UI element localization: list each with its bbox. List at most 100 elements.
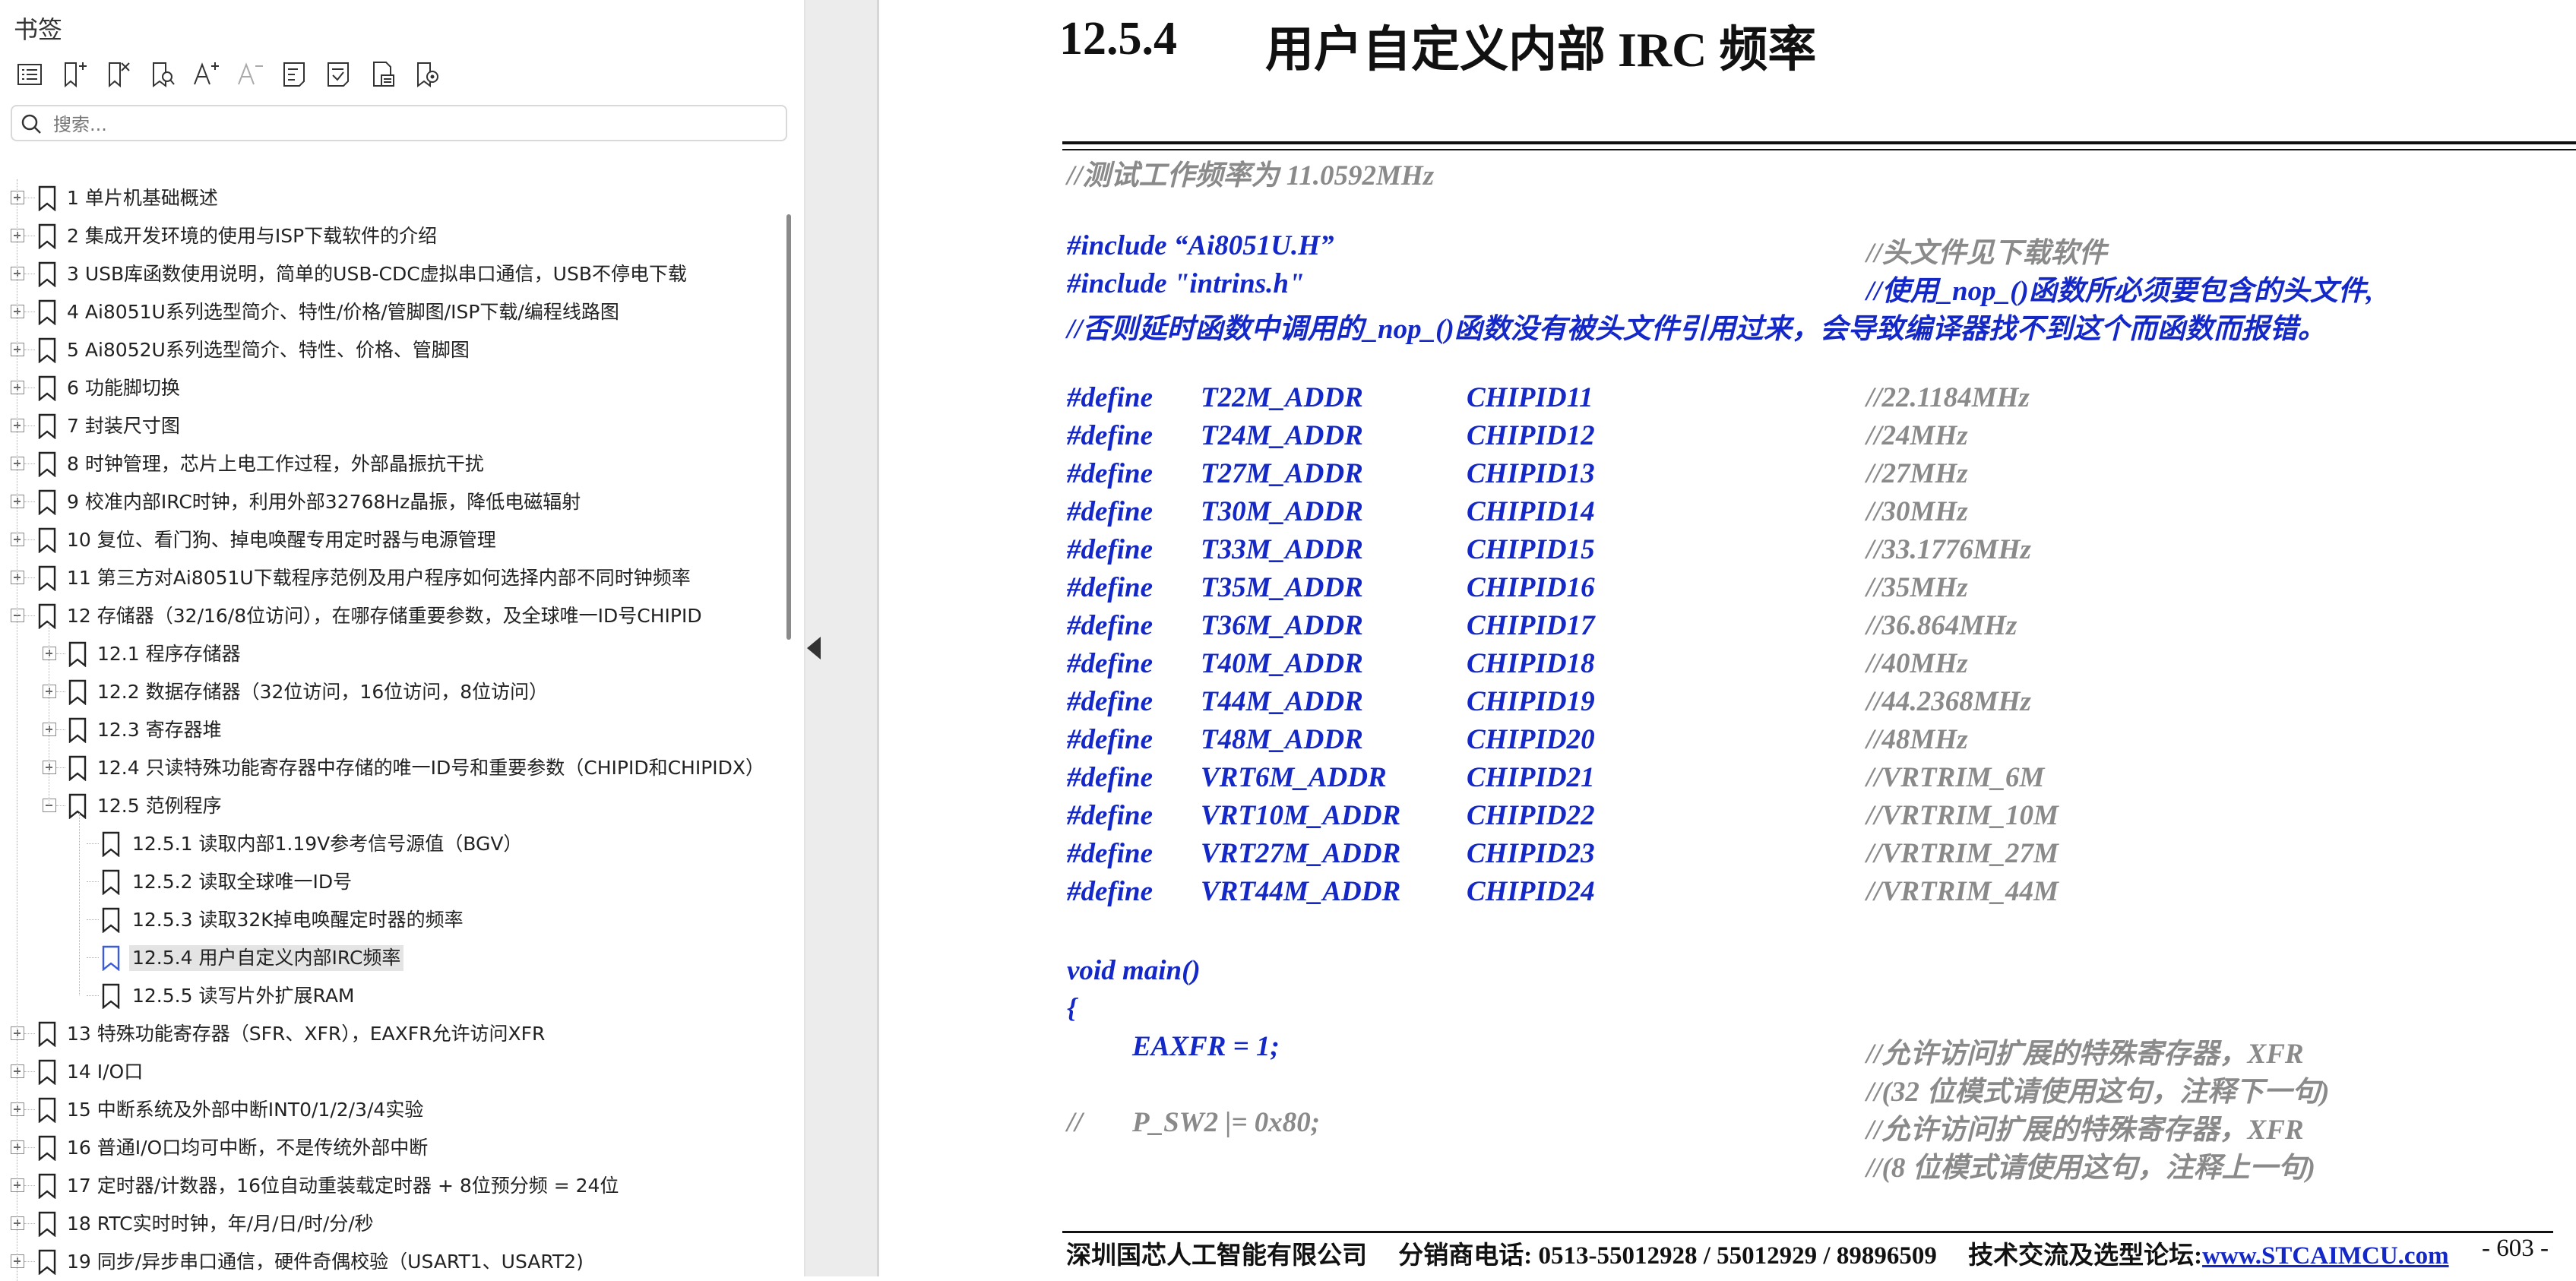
bookmark-label: 10 复位、看门狗、掉电唤醒专用定时器与电源管理 [67, 529, 496, 551]
bookmark-item[interactable]: 1 单片机基础概述 [0, 179, 775, 217]
bookmark-item[interactable]: 3 USB库函数使用说明，简单的USB-CDC虚拟串口通信，USB不停电下载 [0, 255, 775, 293]
bookmark-item[interactable]: 17 定时器/计数器，16位自动重装载定时器 + 8位预分频 = 24位 [0, 1167, 775, 1205]
bookmark-item[interactable]: 16 普通I/O口均可中断，不是传统外部中断 [0, 1129, 775, 1167]
footer-phone: 分销商电话: 0513-55012928 / 55012929 / 898965… [1398, 1242, 1937, 1270]
bookmark-label: 12.5.3 读取32K掉电唤醒定时器的频率 [132, 909, 464, 931]
bookmark-item[interactable]: 12.5.5 读写片外扩展RAM [0, 977, 775, 1015]
bookmark-icon [68, 793, 87, 819]
find-bookmark-icon[interactable] [143, 55, 181, 94]
define-keyword: #define [1067, 534, 1154, 565]
define-name: T36M_ADDR [1201, 610, 1363, 641]
define-name: VRT10M_ADDR [1201, 800, 1401, 831]
bookmark-item[interactable]: 12.5 范例程序 [0, 787, 775, 825]
bookmark-item[interactable]: 8 时钟管理，芯片上电工作过程，外部晶振抗干扰 [0, 445, 775, 483]
bookmark-item[interactable]: 13 特殊功能寄存器（SFR、XFR），EAXFR允许访问XFR [0, 1015, 775, 1053]
bookmark-settings-icon[interactable] [407, 55, 445, 94]
bookmark-label: 12.2 数据存储器（32位访问，16位访问，8位访问） [97, 681, 549, 703]
main-signature: void main() [1067, 955, 1201, 986]
bookmark-item[interactable]: 12.1 程序存储器 [0, 635, 775, 673]
bookmark-item[interactable]: 14 I/O口 [0, 1053, 775, 1091]
expand-bookmark-icon[interactable] [275, 55, 313, 94]
define-name: T24M_ADDR [1201, 420, 1363, 451]
bookmark-item[interactable]: 19 同步/异步串口通信，硬件奇偶校验（USART1、USART2) [0, 1243, 775, 1281]
bookmark-icon [38, 527, 56, 553]
bookmark-item[interactable]: 18 RTC实时时钟，年/月/日/时/分/秒 [0, 1205, 775, 1243]
define-keyword: #define [1067, 838, 1154, 869]
collapse-bookmark-icon[interactable] [319, 55, 357, 94]
bookmark-item[interactable]: 2 集成开发环境的使用与ISP下载软件的介绍 [0, 217, 775, 255]
define-keyword: #define [1067, 610, 1154, 641]
add-bookmark-icon[interactable] [55, 55, 93, 94]
bookmark-item[interactable]: 12.5.4 用户自定义内部IRC频率 [0, 939, 775, 977]
bookmark-icon [102, 869, 120, 895]
tree-connector [24, 615, 35, 617]
bookmark-label: 1 单片机基础概述 [67, 187, 218, 209]
include-comment: //头文件见下载软件 [1866, 238, 2107, 269]
bookmark-icon [38, 299, 56, 325]
bookmark-label: 12.5.2 读取全球唯一ID号 [132, 871, 353, 893]
define-keyword: #define [1067, 382, 1154, 413]
bookmark-item[interactable]: 7 封装尺寸图 [0, 407, 775, 445]
define-value: CHIPID17 [1467, 610, 1595, 641]
bookmark-item[interactable]: 12.5.3 读取32K掉电唤醒定时器的频率 [0, 901, 775, 939]
bookmark-label: 11 第三方对Ai8051U下载程序范例及用户程序如何选择内部不同时钟频率 [67, 567, 691, 589]
define-value: CHIPID22 [1467, 800, 1595, 831]
define-name: T22M_ADDR [1201, 382, 1363, 413]
define-value: CHIPID13 [1467, 458, 1595, 489]
search-box[interactable] [11, 105, 787, 141]
bookmark-label: 19 同步/异步串口通信，硬件奇偶校验（USART1、USART2) [67, 1251, 584, 1273]
tree-connector [87, 843, 99, 845]
bookmark-item[interactable]: 6 功能脚切换 [0, 369, 775, 407]
bookmark-label: 17 定时器/计数器，16位自动重装载定时器 + 8位预分频 = 24位 [67, 1175, 619, 1197]
define-name: T33M_ADDR [1201, 534, 1363, 565]
bookmark-item[interactable]: 15 中断系统及外部中断INT0/1/2/3/4实验 [0, 1091, 775, 1129]
bookmark-item[interactable]: 12 存储器（32/16/8位访问），在哪存储重要参数，及全球唯一ID号CHIP… [0, 597, 775, 635]
sidebar-scrollbar-thumb[interactable] [786, 214, 791, 640]
bookmark-item[interactable]: 12.4 只读特殊功能寄存器中存储的唯一ID号和重要参数（CHIPID和CHIP… [0, 749, 775, 787]
define-comment: //22.1184MHz [1866, 382, 2030, 413]
decrease-text-icon[interactable] [231, 55, 269, 94]
tree-connector [24, 539, 35, 541]
bookmark-icon [38, 375, 56, 401]
search-input[interactable] [52, 111, 769, 138]
bookmark-item[interactable]: 9 校准内部IRC时钟，利用外部32768Hz晶振，降低电磁辐射 [0, 483, 775, 521]
bookmark-item[interactable]: 5 Ai8052U系列选型简介、特性、价格、管脚图 [0, 331, 775, 369]
bookmark-item[interactable]: 12.2 数据存储器（32位访问，16位访问，8位访问） [0, 673, 775, 711]
bookmark-icon [38, 261, 56, 287]
bookmark-label: 5 Ai8052U系列选型简介、特性、价格、管脚图 [67, 339, 470, 361]
footer-forum-link[interactable]: www.STCAIMCU.com [2202, 1242, 2449, 1270]
bookmark-icon [38, 223, 56, 249]
tree-connector [24, 1261, 35, 1263]
bookmark-item[interactable]: 12.5.2 读取全球唯一ID号 [0, 863, 775, 901]
collapse-panel-icon[interactable] [807, 637, 821, 659]
bookmark-item[interactable]: 12.3 寄存器堆 [0, 711, 775, 749]
tree-connector [24, 425, 35, 427]
bookmark-icon [68, 717, 87, 743]
tree-connector [56, 767, 65, 769]
tree-connector [56, 653, 65, 655]
bookmark-item[interactable]: 11 第三方对Ai8051U下载程序范例及用户程序如何选择内部不同时钟频率 [0, 559, 775, 597]
footer-forum-label: 技术交流及选型论坛: [1968, 1242, 2203, 1270]
tree-connector [24, 1033, 35, 1035]
section-number: 12.5.4 [1059, 13, 1177, 65]
heading-rule-thin [1062, 149, 2576, 150]
define-value: CHIPID14 [1467, 496, 1595, 527]
tree-connector [24, 577, 35, 579]
define-comment: //30MHz [1866, 496, 1968, 527]
bookmark-label: 14 I/O口 [67, 1061, 144, 1083]
tree-connector [24, 1147, 35, 1149]
bookmark-item[interactable]: 12.5.1 读取内部1.19V参考信号源值（BGV） [0, 825, 775, 863]
bookmark-icon [38, 1173, 56, 1199]
bookmark-properties-icon[interactable] [363, 55, 401, 94]
bookmark-list-icon[interactable] [11, 55, 49, 94]
increase-text-icon[interactable] [187, 55, 225, 94]
define-comment: //24MHz [1866, 420, 1968, 451]
bookmark-item[interactable]: 10 复位、看门狗、掉电唤醒专用定时器与电源管理 [0, 521, 775, 559]
define-keyword: #define [1067, 572, 1154, 603]
test-frequency-comment: //测试工作频率为 11.0592MHz [1067, 160, 1435, 191]
bookmark-item[interactable]: 4 Ai8051U系列选型简介、特性/价格/管脚图/ISP下载/编程线路图 [0, 293, 775, 331]
bookmark-icon [38, 413, 56, 439]
delete-bookmark-icon[interactable] [99, 55, 137, 94]
page-footer: 深圳国芯人工智能有限公司 分销商电话: 0513-55012928 / 5501… [1066, 1235, 2449, 1271]
bookmark-label: 7 封装尺寸图 [67, 415, 180, 437]
